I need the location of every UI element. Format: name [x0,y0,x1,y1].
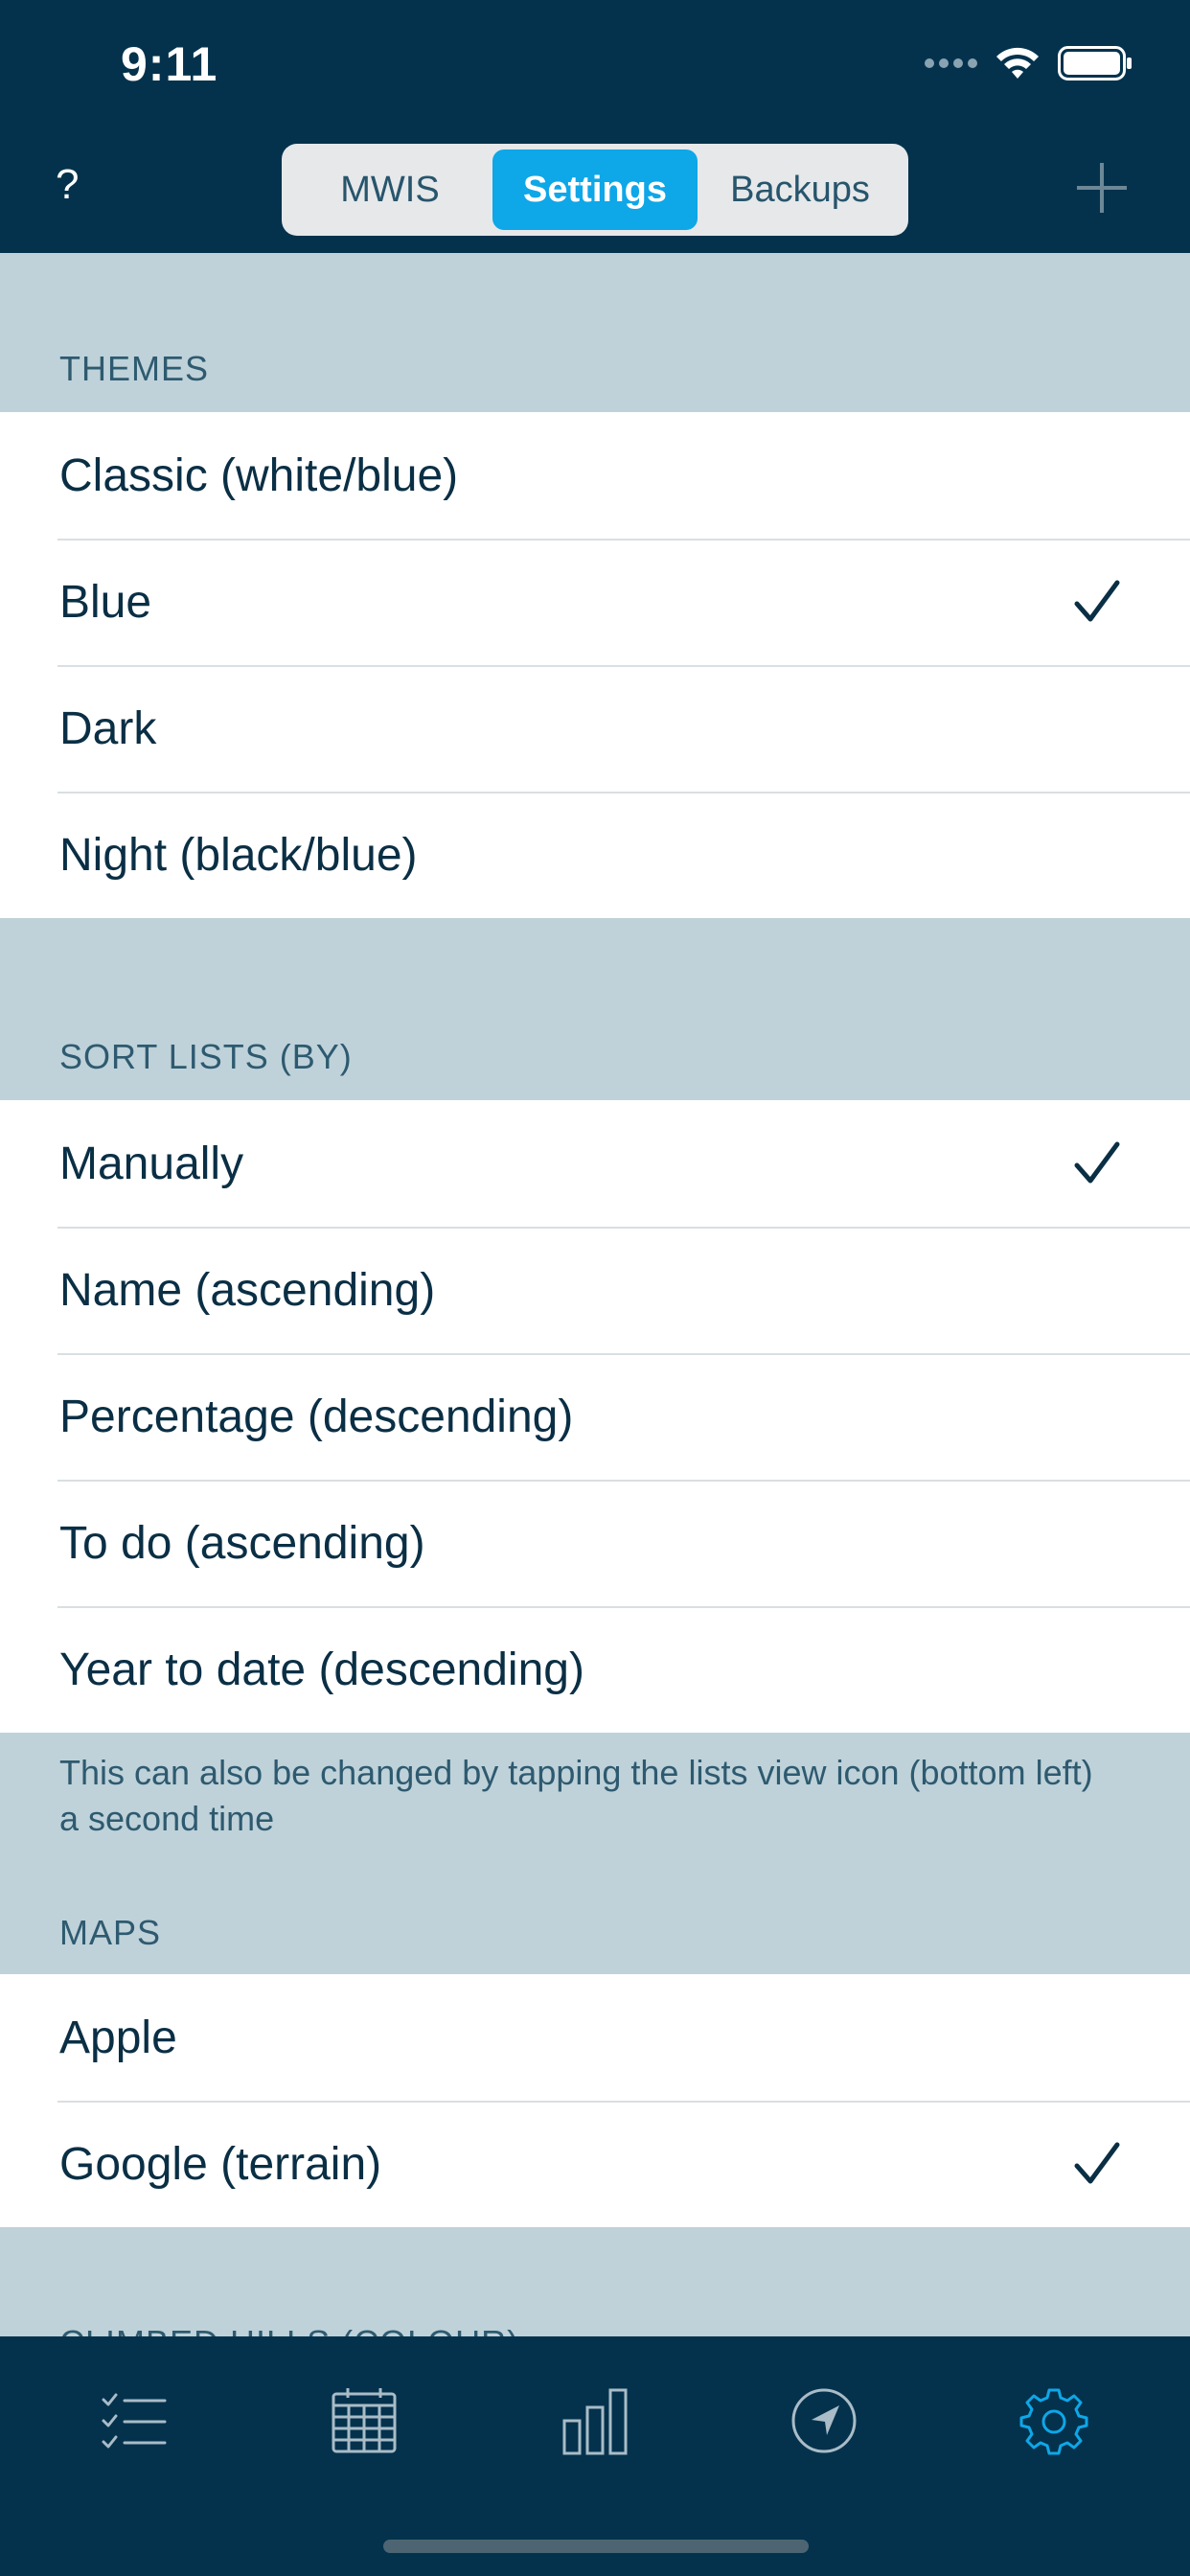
wifi-icon [996,47,1039,79]
row-label: Dark [59,702,157,754]
status-time: 9:11 [121,37,218,91]
home-indicator [383,2540,809,2553]
row-label: Name (ascending) [59,1264,436,1316]
sort-lists-group: Manually Name (ascending) Percentage (de… [0,1100,1190,1733]
row-label: Apple [59,2012,177,2063]
plus-icon[interactable] [1077,163,1127,213]
sort-row-todo[interactable]: To do (ascending) [0,1480,1190,1606]
row-label: To do (ascending) [59,1517,425,1569]
tab-settings[interactable] [1014,2380,1094,2461]
maps-group: Apple Google (terrain) [0,1974,1190,2227]
checklist-icon [102,2393,167,2449]
checkmark-icon [1074,1141,1120,1184]
section-header-maps: MAPS [59,1913,162,1952]
section-header-sort-lists: SORT LISTS (BY) [59,1037,353,1076]
row-label: Year to date (descending) [59,1644,584,1695]
gear-icon [1019,2388,1088,2455]
theme-row-classic[interactable]: Classic (white/blue) [0,412,1190,539]
sort-row-percentage[interactable]: Percentage (descending) [0,1353,1190,1480]
sort-row-manually[interactable]: Manually [0,1100,1190,1227]
battery-icon [1058,46,1132,80]
tab-nearby[interactable] [784,2380,864,2461]
theme-row-blue[interactable]: Blue [0,539,1190,665]
row-label: Google (terrain) [59,2138,382,2190]
checkmark-icon [1074,2142,1120,2184]
tab-stats[interactable] [555,2380,635,2461]
theme-row-dark[interactable]: Dark [0,665,1190,792]
theme-row-night[interactable]: Night (black/blue) [0,792,1190,918]
row-label: Blue [59,576,152,628]
bar-chart-icon [562,2388,628,2455]
row-label: Night (black/blue) [59,829,418,881]
help-button[interactable]: ? [56,161,79,209]
segment-mwis[interactable]: MWIS [287,150,492,230]
checkmark-icon [1074,580,1120,622]
signal-icon [925,58,977,68]
tab-calendar[interactable] [324,2380,404,2461]
segmented-control: MWIS Settings Backups [282,144,908,236]
status-icons [925,42,1133,84]
map-row-google[interactable]: Google (terrain) [0,2101,1190,2227]
row-label: Manually [59,1138,244,1189]
map-row-apple[interactable]: Apple [0,1974,1190,2101]
settings-list[interactable]: THEMES Classic (white/blue) Blue Dark Ni… [0,253,1190,2336]
row-label: Classic (white/blue) [59,449,459,501]
row-label: Percentage (descending) [59,1391,574,1442]
sort-lists-footer-note: This can also be changed by tapping the … [59,1753,1093,1838]
themes-group: Classic (white/blue) Blue Dark Night (bl… [0,412,1190,918]
segment-backups[interactable]: Backups [698,150,903,230]
tab-lists[interactable] [94,2380,174,2461]
location-arrow-icon [791,2388,857,2453]
top-bar: 9:11 ? MWIS Settings Backups [0,0,1190,253]
calendar-icon [332,2388,397,2453]
sort-row-name[interactable]: Name (ascending) [0,1227,1190,1353]
sort-row-year-to-date[interactable]: Year to date (descending) [0,1606,1190,1733]
section-header-climbed-hills: CLIMBED HILLS (COLOUR) [59,2323,519,2336]
segment-settings[interactable]: Settings [492,150,698,230]
section-header-themes: THEMES [59,349,210,388]
